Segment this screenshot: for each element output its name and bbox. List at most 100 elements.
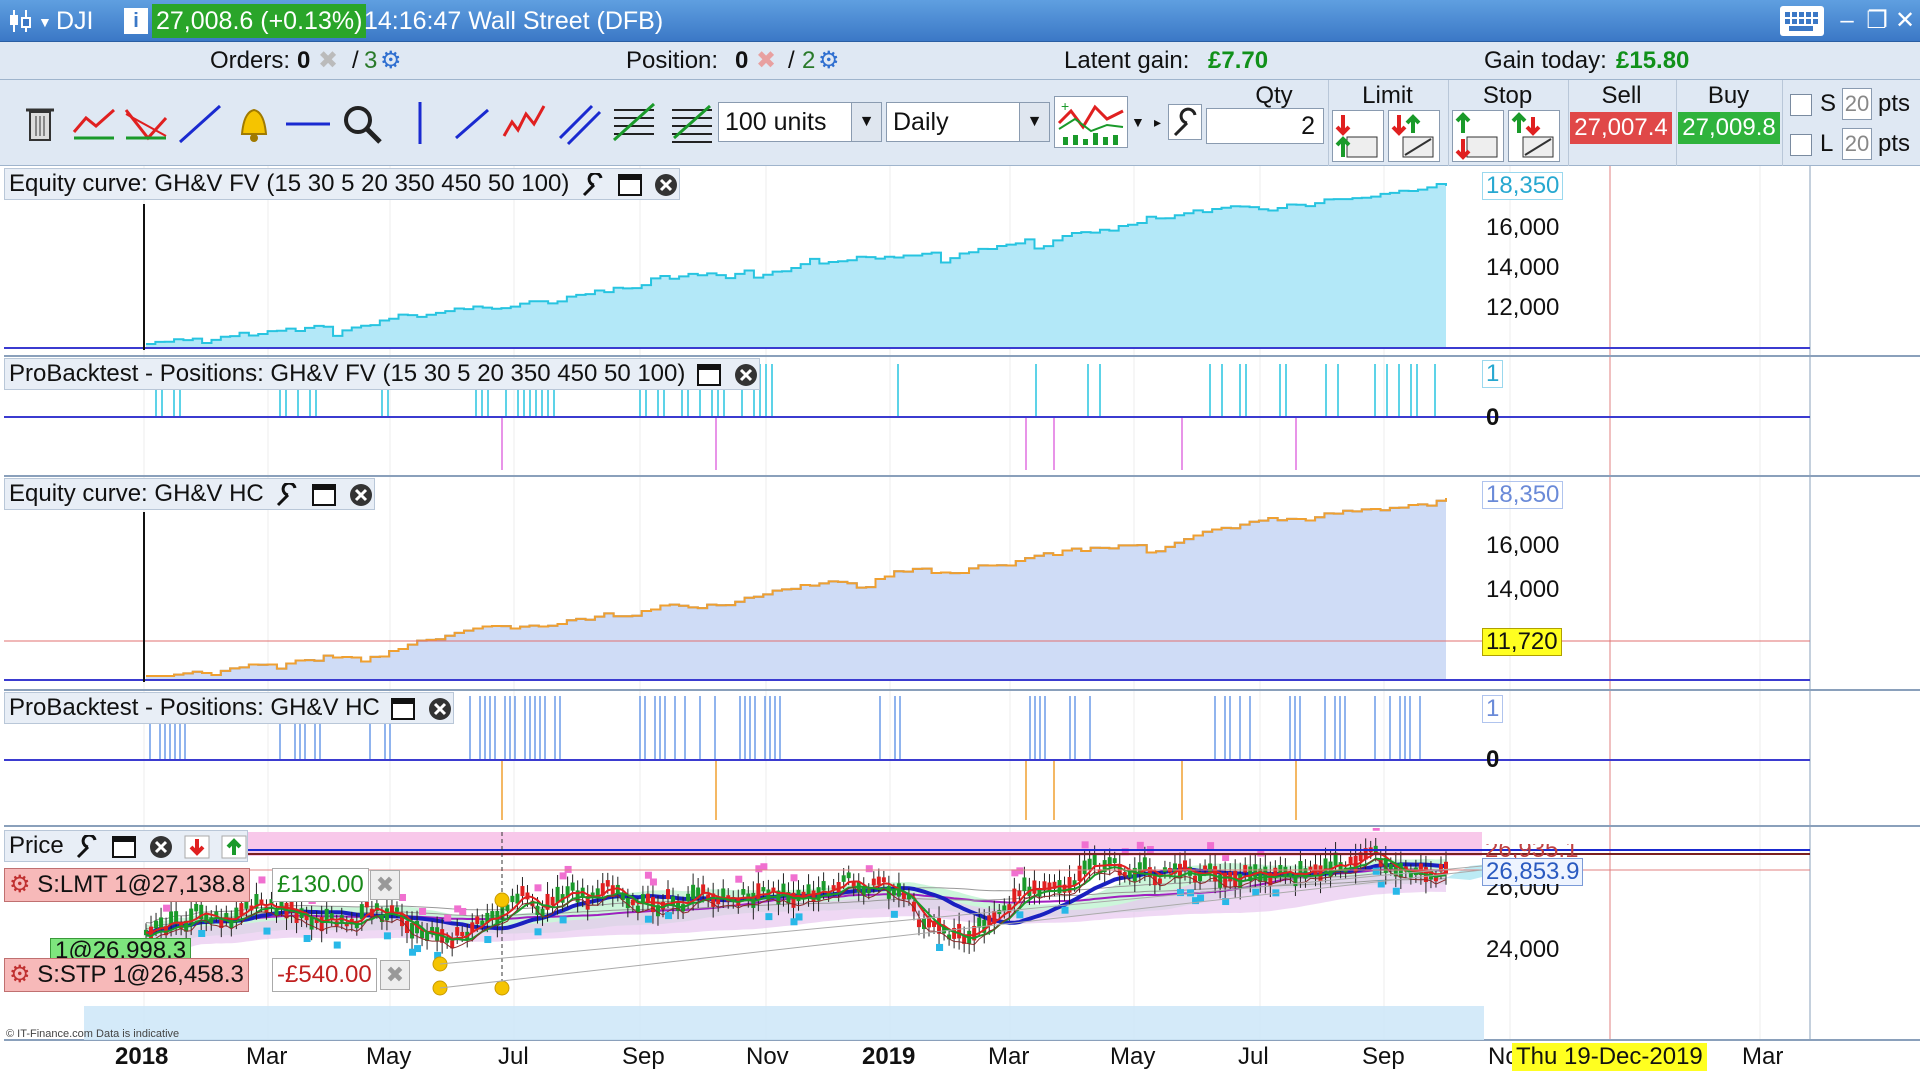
vertical-line-icon[interactable] (396, 98, 444, 148)
buy-arrow-icon[interactable] (221, 835, 247, 859)
price-tick: 24,000 (1486, 936, 1560, 963)
limit-sell-icon[interactable] (1388, 110, 1440, 162)
candle-body (1177, 863, 1182, 879)
units-select[interactable]: 100 units ▼ (718, 102, 882, 142)
candle-body (1127, 871, 1132, 878)
maximize-panel-icon[interactable] (311, 483, 337, 507)
stop-buy-icon[interactable] (1452, 110, 1504, 162)
limit-order-tag[interactable]: ⚙ S:LMT 1@27,138.8 (4, 868, 251, 902)
maximize-panel-icon[interactable] (617, 173, 643, 197)
signal-marker (398, 893, 406, 901)
fan-lines-icon[interactable] (122, 98, 170, 148)
trash-icon[interactable] (16, 98, 64, 148)
qty-input[interactable]: 2 (1206, 108, 1324, 144)
sell-arrow-icon[interactable] (184, 835, 210, 859)
symbol-dropdown[interactable]: ▼ DJI (38, 0, 122, 42)
signal-marker (1197, 894, 1205, 902)
maximize-panel-icon[interactable] (696, 363, 722, 387)
candle-body (821, 881, 826, 891)
close-panel-icon[interactable] (427, 697, 453, 721)
candle-body (1333, 852, 1338, 866)
ray-line-icon[interactable] (448, 98, 496, 148)
candle-body (942, 927, 947, 934)
limit-buy-icon[interactable] (1332, 110, 1384, 162)
candle-body (886, 886, 891, 899)
signal-marker (1222, 854, 1230, 862)
candle-body (660, 901, 665, 910)
maximize-panel-icon[interactable] (390, 697, 416, 721)
minimize-button[interactable]: – (1832, 8, 1862, 34)
equity-fv-title: Equity curve: GH&V FV (15 30 5 20 350 45… (9, 170, 570, 197)
freehand-icon[interactable] (500, 98, 548, 148)
candle-body (605, 880, 610, 887)
chevron-down-icon[interactable]: ▼ (1131, 114, 1145, 130)
horizontal-line-icon[interactable] (284, 98, 332, 148)
candle-body (811, 890, 816, 902)
candle-body (1338, 862, 1343, 871)
candle-body (1303, 868, 1308, 879)
maximize-panel-icon[interactable] (111, 835, 137, 859)
candle-body (736, 897, 741, 906)
signal-marker (1377, 880, 1385, 888)
candle-body (1248, 866, 1253, 882)
candle-body (846, 872, 851, 879)
signal-marker (559, 872, 567, 880)
candle-body (239, 903, 244, 916)
stop-order-label: S:STP 1@26,458.3 (37, 961, 244, 988)
restore-button[interactable]: ❐ (1862, 8, 1892, 34)
candle-body (194, 903, 199, 912)
info-icon[interactable]: i (124, 8, 148, 34)
candle-body (1117, 864, 1122, 876)
close-panel-icon[interactable] (348, 483, 374, 507)
l-points-input[interactable]: 20 (1842, 128, 1872, 160)
period-select[interactable]: Daily ▼ (886, 102, 1050, 142)
s-checkbox[interactable] (1790, 94, 1812, 116)
wrench-icon[interactable] (74, 833, 100, 859)
parallel-lines-icon[interactable] (556, 98, 604, 148)
candle-body (640, 894, 645, 903)
candle-body (580, 887, 585, 898)
close-panel-icon[interactable] (148, 835, 174, 859)
candlestick-icon[interactable] (8, 8, 34, 34)
close-panel-icon[interactable] (733, 363, 759, 387)
cancel-limit-order-icon[interactable]: ✖ (370, 870, 400, 900)
candle-body (1233, 870, 1238, 887)
candle-body (1012, 888, 1017, 903)
close-position-icon[interactable]: ✖ (756, 42, 776, 80)
candle-body (445, 938, 450, 943)
trendline-icon[interactable] (176, 98, 224, 148)
trend-channel-icon[interactable] (70, 98, 118, 148)
l-checkbox[interactable] (1790, 134, 1812, 156)
price-tick: 26,000 (1486, 884, 1560, 900)
cancel-orders-icon[interactable]: ✖ (318, 42, 338, 80)
indicators-icon[interactable]: + (1054, 96, 1128, 148)
fibonacci-icon[interactable] (610, 98, 658, 148)
stop-sell-icon[interactable] (1508, 110, 1560, 162)
keyboard-icon[interactable] (1780, 6, 1824, 36)
sell-button[interactable]: 27,007.4 (1570, 112, 1672, 144)
candle-body (1022, 877, 1027, 891)
signal-marker (795, 913, 803, 921)
price-current-tag: 26,853.9 (1482, 858, 1584, 886)
alert-bell-icon[interactable] (230, 98, 278, 148)
s-points-input[interactable]: 20 (1842, 88, 1872, 120)
candle-body (766, 889, 771, 901)
candle-body (1188, 867, 1193, 876)
candle-body (169, 911, 174, 926)
limit-column: Limit (1328, 80, 1446, 166)
cancel-stop-order-icon[interactable]: ✖ (380, 960, 410, 990)
wrench-icon[interactable] (274, 481, 300, 507)
fibonacci-retracement-icon[interactable] (668, 98, 716, 148)
buy-button[interactable]: 27,009.8 (1678, 112, 1780, 144)
gears-icon[interactable]: ⚙ (818, 42, 840, 80)
close-panel-icon[interactable] (653, 173, 679, 197)
zoom-magnifier-icon[interactable] (338, 98, 386, 148)
wrench-icon[interactable] (580, 171, 606, 197)
gears-icon[interactable]: ⚙ (380, 42, 402, 80)
candle-body (866, 889, 871, 894)
stop-order-tag[interactable]: ⚙ S:STP 1@26,458.3 (4, 958, 249, 992)
chevron-down-icon: ▼ (38, 14, 52, 30)
account-summary-bar: Orders: 0 ✖ / 3 ⚙ Position: 0 ✖ / 2 ⚙ La… (0, 42, 1920, 80)
close-button[interactable]: ✕ (1890, 8, 1920, 34)
candle-body (1288, 872, 1293, 878)
